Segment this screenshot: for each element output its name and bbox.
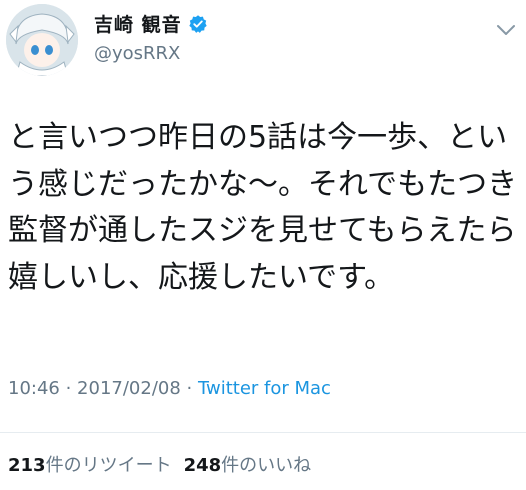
like-stat[interactable]: 248件のいいね: [184, 455, 312, 476]
chevron-down-icon[interactable]: [496, 22, 516, 36]
display-name[interactable]: 吉崎 観音: [94, 10, 182, 37]
avatar[interactable]: [6, 4, 78, 76]
tweet-time[interactable]: 10:46: [8, 378, 60, 399]
verified-badge-icon: [188, 14, 208, 34]
like-count: 248: [183, 455, 222, 476]
retweet-count: 213: [8, 455, 46, 476]
divider: [0, 432, 526, 433]
tweet-source-link[interactable]: Twitter for Mac: [198, 378, 331, 399]
avatar-image: [6, 4, 78, 76]
retweet-stat[interactable]: 213件のリツイート: [8, 455, 172, 476]
username-handle[interactable]: @yosRRX: [94, 43, 180, 64]
retweet-label: 件のリツイート: [45, 455, 172, 476]
tweet-text: と言いつつ昨日の5話は今一歩、という感じだったかな〜。それでもたつき監督が通した…: [8, 120, 518, 295]
tweet-stats: 213件のリツイート 248件のいいね: [8, 451, 311, 477]
meta-separator: ·: [59, 378, 78, 399]
meta-separator: ·: [180, 378, 198, 399]
tweet-date[interactable]: 2017/02/08: [77, 378, 181, 399]
like-label: 件のいいね: [221, 455, 312, 476]
author-name-row[interactable]: 吉崎 観音: [94, 10, 208, 37]
tweet-metadata: 10:46 · 2017/02/08 · Twitter for Mac: [8, 378, 331, 399]
